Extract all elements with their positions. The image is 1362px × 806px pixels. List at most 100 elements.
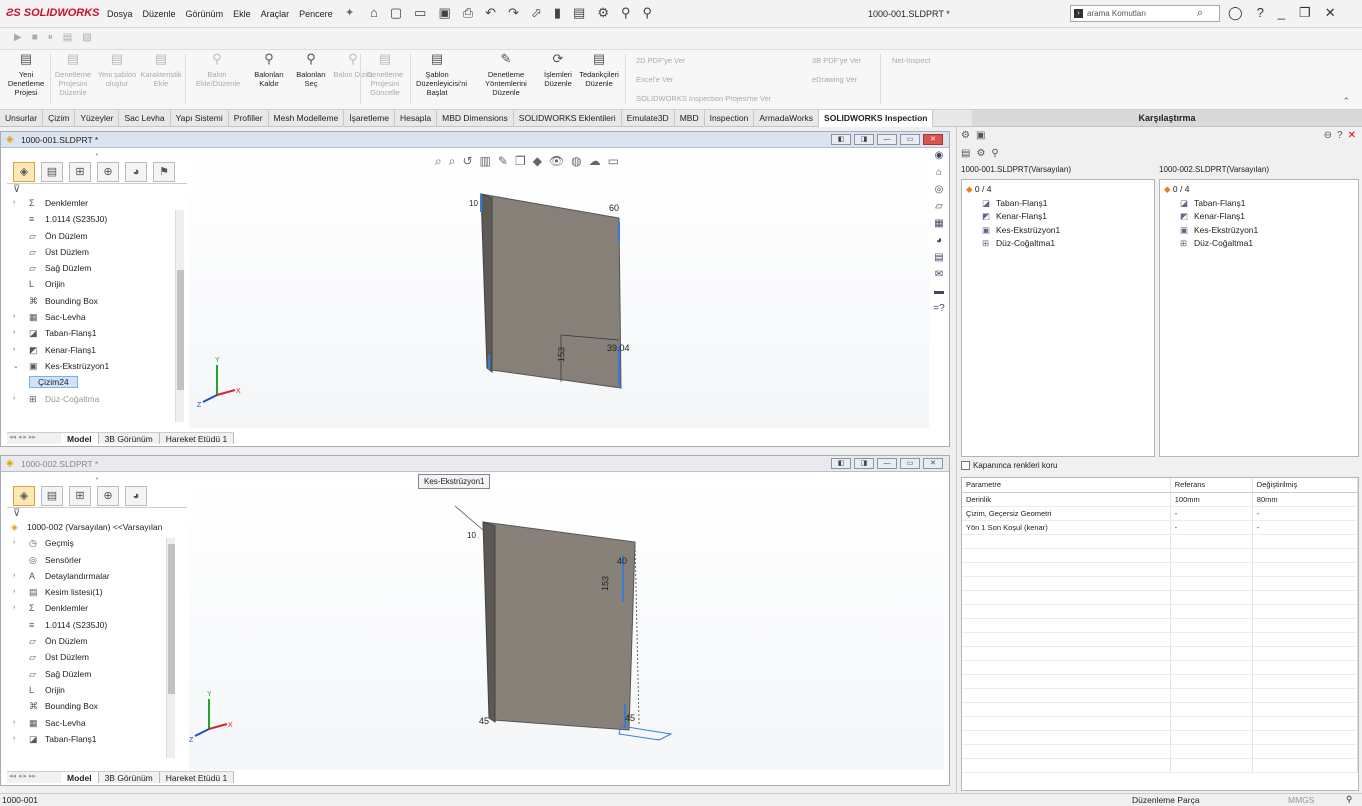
table-row[interactable]: Çizim, Geçersiz Geometri - - <box>962 506 1359 521</box>
command-search[interactable]: › arama Komutları ⌕ <box>1070 5 1220 22</box>
tree-node[interactable]: › ◩ Kenar-Flanş1 <box>7 345 187 361</box>
tab-3d-view[interactable]: 3B Görünüm <box>99 772 160 783</box>
tree-node[interactable]: › ◪ Taban-Flanş1 <box>7 734 187 750</box>
dimxpert-tab-icon[interactable]: ⊕ <box>97 162 119 182</box>
menu-item-1[interactable]: Düzenle <box>143 9 176 19</box>
doc-maximize-icon[interactable]: ▭ <box>900 458 920 469</box>
table-row[interactable] <box>962 716 1359 731</box>
tree-node[interactable]: › ◪ Taban-Flanş1 <box>7 328 187 344</box>
table-row[interactable] <box>962 730 1359 745</box>
tab-motion-study[interactable]: Hareket Etüdü 1 <box>160 772 235 783</box>
graphics-area-1[interactable]: ⌕ ⌕ ↺ ▥ ✎ ❒ ◆ 👁 ◍ ☁ ▭ 60 153 39.04 10 Y X Z <box>189 150 929 428</box>
compare-feature-item[interactable]: ◩ Kenar-Flanş1 <box>966 211 1154 225</box>
tab-nav-icons[interactable]: ◂◂ ◂ ▸ ▸▸ <box>7 772 61 783</box>
tab-0[interactable]: Unsurlar <box>0 110 44 127</box>
ribbon-button-11[interactable]: ⟳ İşlemleri Düzenle <box>537 52 579 88</box>
tree-node[interactable]: L Orijin <box>7 685 187 701</box>
tab-9[interactable]: MBD Dimensions <box>437 110 514 127</box>
ribbon-button-3[interactable]: ▤ Karakteristik Ekle <box>140 52 182 88</box>
table-row[interactable] <box>962 744 1359 759</box>
table-row[interactable] <box>962 646 1359 661</box>
ribbon-button-9[interactable]: ▤ Şablon Düzenleyicisi'ni Başlat <box>416 52 467 97</box>
save-icon[interactable]: ▣ <box>438 5 450 21</box>
featuremanager-tab-icon[interactable]: ◈ <box>13 486 35 506</box>
search-icon[interactable]: ⌕ <box>1197 7 1203 20</box>
compare-features-icon[interactable]: ⚙ <box>976 148 985 159</box>
tab-2[interactable]: Yüzeyler <box>75 110 120 127</box>
expand-arrow-icon[interactable]: › <box>13 539 15 546</box>
tree-scrollbar-2[interactable] <box>166 538 175 758</box>
compare-feature-item[interactable]: ◪ Taban-Flanş1 <box>966 198 1154 212</box>
options-icon[interactable]: ⚙ <box>597 5 609 21</box>
ribbon-button-10[interactable]: ✎ Denetleme Yöntemlerini Düzenle <box>485 52 527 97</box>
tree-node-last[interactable]: › ⊞ Düz-Coğaltma <box>7 394 187 410</box>
compare-feature-item[interactable]: ▣ Kes-Ekstrüzyon1 <box>1164 225 1358 239</box>
view-palette-icon[interactable]: ▦ <box>930 218 948 233</box>
open-icon[interactable]: ▭ <box>414 5 426 21</box>
inspection-tab-icon[interactable]: ⚑ <box>153 162 175 182</box>
configuration-tab-icon[interactable]: ⊞ <box>69 162 91 182</box>
help-icon[interactable]: ? <box>1257 5 1264 21</box>
addin2-icon[interactable]: ⚲ <box>643 5 653 21</box>
tab-model[interactable]: Model <box>61 772 99 783</box>
tab-7[interactable]: İşaretleme <box>344 110 395 127</box>
expand-arrow-icon[interactable]: › <box>13 313 15 320</box>
expand-arrow-icon[interactable]: › <box>13 346 15 353</box>
toolbox-icon[interactable]: ▬ <box>930 286 948 301</box>
tree-node[interactable]: › Σ Denklemler <box>7 603 187 619</box>
tab-1[interactable]: Çizim <box>43 110 76 127</box>
macro-edit-icon[interactable]: ▧ <box>82 32 91 43</box>
tab-3d-view[interactable]: 3B Görünüm <box>99 433 160 444</box>
expand-arrow-icon[interactable]: › <box>13 604 15 611</box>
export-3d-pdf[interactable]: 3B PDF'ye Ver <box>812 56 861 65</box>
export-2d-pdf[interactable]: 2D PDF'ye Ver <box>636 56 685 65</box>
resources-icon[interactable]: ◉ <box>930 150 948 165</box>
compare-geometry-icon[interactable]: ⚲ <box>991 148 998 159</box>
compare-feature-item[interactable]: ◩ Kenar-Flanş1 <box>1164 211 1358 225</box>
expand-arrow-icon[interactable]: ⌄ <box>13 362 19 370</box>
expand-arrow-icon[interactable]: › <box>13 329 15 336</box>
ribbon-button-4[interactable]: ⚲ Balon Ekle/Düzenle <box>196 52 240 88</box>
tile-icon[interactable]: ◧ <box>831 458 851 469</box>
tree-node[interactable]: ⌄ ▣ Kes-Ekstrüzyon1 <box>7 361 187 377</box>
tab-15[interactable]: SOLIDWORKS Inspection <box>819 110 934 127</box>
filter-icon[interactable]: ⊽ <box>7 184 187 198</box>
close-panel-icon[interactable]: ✕ <box>1348 130 1356 141</box>
tree-handle[interactable]: • <box>7 152 187 162</box>
tab-4[interactable]: Yapı Sistemi <box>171 110 229 127</box>
restore-icon[interactable]: ❐ <box>1299 5 1311 21</box>
table-row[interactable] <box>962 702 1359 717</box>
menu-item-4[interactable]: Araçlar <box>261 9 290 19</box>
export-excel[interactable]: Excel'e Ver <box>636 75 673 84</box>
tree-root[interactable]: ◈ 1000-002 (Varsayılan) <<Varsayılan <box>7 522 187 538</box>
tab-14[interactable]: ArmadaWorks <box>754 110 820 127</box>
ribbon-button-1[interactable]: ▤ Denetleme Projesini Düzenle <box>52 52 94 97</box>
compare-pane-icon[interactable]: =? <box>930 303 948 318</box>
tab-3[interactable]: Sac Levha <box>119 110 171 127</box>
print-icon[interactable]: ⎙ <box>463 5 473 21</box>
compare-feature-item[interactable]: ◪ Taban-Flanş1 <box>1164 198 1358 212</box>
help-icon[interactable]: ? <box>1337 130 1343 141</box>
status-units[interactable]: MMGS <box>1288 795 1314 805</box>
menu-item-5[interactable]: Pencere <box>299 9 333 19</box>
addin-icon[interactable]: ⚲ <box>621 5 631 21</box>
export-inspection-project[interactable]: SOLIDWORKS Inspection Projesi'ne Ver <box>636 94 771 103</box>
tree-node[interactable]: › ◷ Geçmiş <box>7 538 187 554</box>
tree-node-selected[interactable]: Çizim24 <box>7 376 187 393</box>
expand-arrow-icon[interactable]: › <box>13 735 15 742</box>
close-icon[interactable]: ✕ <box>1325 5 1336 21</box>
redo-icon[interactable]: ↷ <box>508 5 519 21</box>
custom-props-icon[interactable]: ▤ <box>930 252 948 267</box>
tile2-icon[interactable]: ◨ <box>854 134 874 145</box>
table-row[interactable] <box>962 604 1359 619</box>
tab-13[interactable]: Inspection <box>705 110 755 127</box>
file-props-icon[interactable]: ▤ <box>573 5 585 21</box>
tree-handle[interactable]: • <box>7 476 187 486</box>
minimize-icon[interactable]: _ <box>1278 5 1285 21</box>
featuremanager-tab-icon[interactable]: ◈ <box>13 162 35 182</box>
tree-node[interactable]: ▱ Üst Düzlem <box>7 247 187 263</box>
ribbon-button-8[interactable]: ▤ Denetleme Projesini Güncelle <box>364 52 406 97</box>
compare-feature-item[interactable]: ⊞ Düz-Coğaltma1 <box>1164 238 1358 252</box>
tree-node[interactable]: ◎ Sensörler <box>7 555 187 571</box>
expand-arrow-icon[interactable]: › <box>13 588 15 595</box>
